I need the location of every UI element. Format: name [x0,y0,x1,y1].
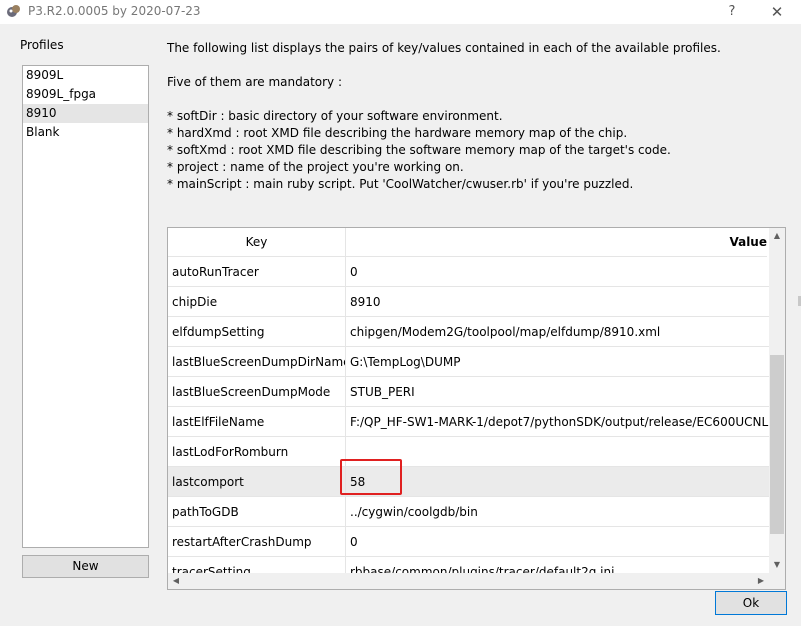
table-row[interactable]: restartAfterCrashDump 0 [168,527,769,557]
profile-item-8909l-fpga[interactable]: 8909L_fpga [23,85,148,104]
table-row[interactable]: chipDie 8910 [168,287,769,317]
scroll-right-arrow-icon[interactable]: ▶ [753,573,769,589]
ok-button[interactable]: Ok [715,591,787,615]
value-cell[interactable]: F:/QP_HF-SW1-MARK-1/depot7/pythonSDK/out… [346,407,770,436]
description-point-softdir: * softDir : basic directory of your soft… [167,109,503,123]
table-row[interactable]: pathToGDB ../cygwin/coolgdb/bin [168,497,769,527]
table-row[interactable]: autoRunTracer 0 [168,257,769,287]
key-cell[interactable]: lastLodForRomburn [168,437,346,466]
description-point-mainscript: * mainScript : main ruby script. Put 'Co… [167,177,634,191]
key-cell[interactable]: lastcomport [168,467,346,496]
table-row[interactable]: lastElfFileName F:/QP_HF-SW1-MARK-1/depo… [168,407,770,437]
help-button[interactable]: ? [720,1,744,23]
column-header-key[interactable]: Key [168,228,346,257]
profile-item-8909l[interactable]: 8909L [23,66,148,85]
highlight-box [340,459,402,495]
value-cell[interactable]: 8910 [346,287,770,316]
value-cell[interactable]: STUB_PERI [346,377,770,406]
table-row-selected[interactable]: lastcomport 58 [168,467,769,497]
key-cell[interactable]: lastBlueScreenDumpDirName [168,347,346,376]
close-button[interactable]: ✕ [764,1,790,23]
value-cell[interactable]: ../cygwin/coolgdb/bin [346,497,770,526]
new-profile-button[interactable]: New [22,555,149,578]
scroll-down-arrow-icon[interactable]: ▼ [769,557,785,573]
value-cell[interactable] [346,437,770,466]
profiles-label: Profiles [20,38,64,52]
title-bar: P3.R2.0.0005 by 2020-07-23 ? ✕ [0,0,801,24]
scroll-left-arrow-icon[interactable]: ◀ [168,573,184,589]
table-row[interactable]: lastLodForRomburn [168,437,769,467]
value-cell[interactable]: 0 [346,257,770,286]
table-row[interactable]: lastBlueScreenDumpMode STUB_PERI [168,377,769,407]
key-cell[interactable]: restartAfterCrashDump [168,527,346,556]
key-cell[interactable]: lastBlueScreenDumpMode [168,377,346,406]
table-rows: autoRunTracer 0 chipDie 8910 elfdumpSett… [168,257,770,587]
key-cell[interactable]: pathToGDB [168,497,346,526]
key-cell[interactable]: lastElfFileName [168,407,346,436]
key-value-table[interactable]: Key Value autoRunTracer 0 chipDie 8910 e… [167,227,786,590]
vertical-scroll-thumb[interactable] [770,355,784,534]
app-icon [7,5,20,17]
profiles-list[interactable]: 8909L 8909L_fpga 8910 Blank [22,65,149,548]
description-mandatory: Five of them are mandatory : [167,75,343,89]
profile-item-8910[interactable]: 8910 [23,104,148,123]
key-cell[interactable]: chipDie [168,287,346,316]
table-row[interactable]: lastBlueScreenDumpDirName G:\TempLog\DUM… [168,347,769,377]
key-cell[interactable]: elfdumpSetting [168,317,346,346]
description: The following list displays the pairs of… [167,40,787,193]
scroll-up-arrow-icon[interactable]: ▲ [769,228,785,244]
description-point-hardxmd: * hardXmd : root XMD file describing the… [167,126,628,140]
profile-item-blank[interactable]: Blank [23,123,148,142]
column-header-value[interactable]: Value [346,228,767,257]
value-cell[interactable]: 58 [346,467,770,496]
key-cell[interactable]: autoRunTracer [168,257,346,286]
value-cell[interactable]: 0 [346,527,770,556]
value-cell[interactable]: G:\TempLog\DUMP [346,347,770,376]
horizontal-scrollbar[interactable]: ◀ ▶ [168,573,769,589]
scrollbar-corner [769,573,785,589]
description-point-project: * project : name of the project you're w… [167,160,464,174]
table-row[interactable]: elfdumpSetting chipgen/Modem2G/toolpool/… [168,317,769,347]
description-point-softxmd: * softXmd : root XMD file describing the… [167,143,671,157]
description-intro: The following list displays the pairs of… [167,41,721,55]
value-cell[interactable]: chipgen/Modem2G/toolpool/map/elfdump/891… [346,317,770,346]
window-title: P3.R2.0.0005 by 2020-07-23 [28,4,201,18]
vertical-scrollbar[interactable]: ▲ ▼ [769,228,785,573]
